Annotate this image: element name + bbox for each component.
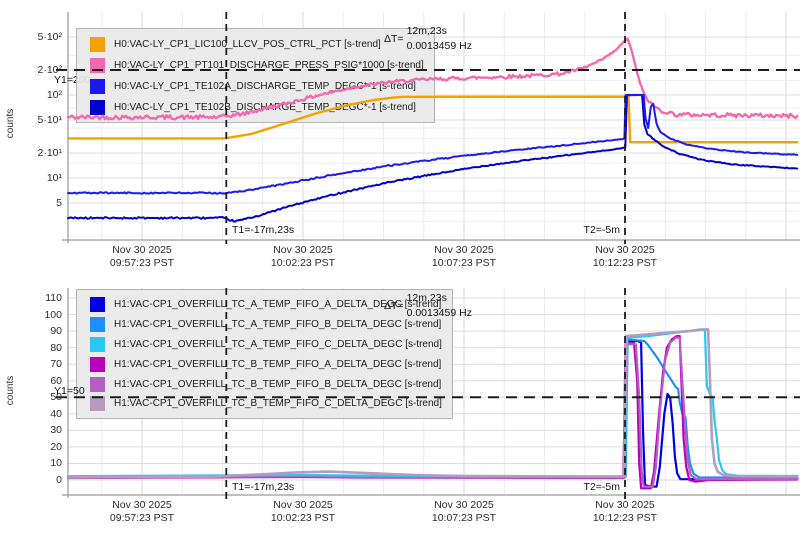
delta-t-frequency: 0.0013459 Hz [407, 39, 472, 54]
t1-cursor-label-bottom[interactable]: T1=-17m,23s [232, 481, 294, 493]
y-tick-chart-1: 60 [8, 375, 62, 387]
legend-item[interactable]: H0:VAC-LY_CP1_TE102A_DISCHARGE_TEMP_DEGC… [90, 76, 424, 97]
legend-swatch-icon [90, 337, 105, 352]
legend-item[interactable]: H1:VAC-CP1_OVERFILL_TC_B_TEMP_FIFO_C_DEL… [90, 394, 442, 414]
y-tick-chart-0: 10² [8, 89, 62, 101]
y-tick-chart-0: 2·10² [8, 64, 62, 76]
y-tick-chart-1: 90 [8, 325, 62, 337]
legend-swatch-icon [90, 100, 105, 115]
y-tick-chart-0: 5·10¹ [8, 114, 62, 126]
legend-swatch-icon [90, 79, 105, 94]
x-tick-chart-1: Nov 30 202510:02:23 PST [248, 499, 358, 524]
legend-swatch-icon [90, 377, 105, 392]
legend-label: H1:VAC-CP1_OVERFILL_TC_B_TEMP_FIFO_C_DEL… [114, 398, 442, 409]
x-tick-chart-0: Nov 30 202510:12:23 PST [570, 244, 680, 269]
legend-swatch-icon [90, 396, 105, 411]
x-tick-chart-1: Nov 30 202510:12:23 PST [570, 499, 680, 524]
y-tick-chart-1: 110 [8, 292, 62, 304]
legend-item[interactable]: H0:VAC-LY_CP1_PT101_DISCHARGE_PRESS_PSIG… [90, 55, 424, 76]
y-tick-chart-1: 100 [8, 309, 62, 321]
y-tick-chart-1: 80 [8, 342, 62, 354]
legend-label: H0:VAC-LY_CP1_PT101_DISCHARGE_PRESS_PSIG… [114, 60, 424, 71]
x-tick-chart-1: Nov 30 202509:57:23 PST [87, 499, 197, 524]
delta-t-annotation-top: ΔT= 12m,23s 0.0013459 Hz [384, 24, 472, 54]
legend-swatch-icon [90, 37, 105, 52]
delta-t-time: 12m,23s [407, 291, 472, 306]
t2-cursor-label-top[interactable]: T2=-5m [556, 224, 620, 236]
x-tick-chart-0: Nov 30 202510:02:23 PST [248, 244, 358, 269]
y-tick-chart-0: 5 [8, 197, 62, 209]
legend-item[interactable]: H1:VAC-CP1_OVERFILL_TC_B_TEMP_FIFO_B_DEL… [90, 374, 442, 394]
delta-t-annotation-bottom: ΔT= 12m,23s 0.0013459 Hz [384, 291, 472, 321]
x-tick-chart-0: Nov 30 202510:07:23 PST [409, 244, 519, 269]
legend-item[interactable]: H0:VAC-LY_CP1_TE102B_DISCHARGE_TEMP_DEGC… [90, 97, 424, 118]
legend-label: H0:VAC-LY_CP1_LIC100_LLCV_POS_CTRL_PCT [… [114, 39, 381, 50]
legend-swatch-icon [90, 58, 105, 73]
legend-item[interactable]: H0:VAC-LY_CP1_LIC100_LLCV_POS_CTRL_PCT [… [90, 34, 424, 55]
y-tick-chart-1: 0 [8, 474, 62, 486]
delta-t-prefix: ΔT= [384, 33, 404, 45]
legend-label: H1:VAC-CP1_OVERFILL_TC_A_TEMP_FIFO_C_DEL… [114, 339, 442, 350]
y-tick-chart-1: 30 [8, 424, 62, 436]
y-tick-chart-1: 50 [8, 391, 62, 403]
x-tick-chart-0: Nov 30 202509:57:23 PST [87, 244, 197, 269]
y-tick-chart-1: 20 [8, 441, 62, 453]
legend-swatch-icon [90, 297, 105, 312]
delta-t-frequency: 0.0013459 Hz [407, 306, 472, 321]
t2-cursor-label-bottom[interactable]: T2=-5m [556, 481, 620, 493]
legend-swatch-icon [90, 357, 105, 372]
legend-label: H1:VAC-CP1_OVERFILL_TC_B_TEMP_FIFO_A_DEL… [114, 359, 441, 370]
delta-t-time: 12m,23s [407, 24, 472, 39]
y-tick-chart-0: 10¹ [8, 172, 62, 184]
legend-label: H0:VAC-LY_CP1_TE102B_DISCHARGE_TEMP_DEGC… [114, 102, 416, 113]
legend-item[interactable]: H1:VAC-CP1_OVERFILL_TC_B_TEMP_FIFO_A_DEL… [90, 354, 442, 374]
legend-swatch-icon [90, 317, 105, 332]
t1-cursor-label-top[interactable]: T1=-17m,23s [232, 224, 294, 236]
y-tick-chart-0: 5·10² [8, 31, 62, 43]
legend-label: H1:VAC-CP1_OVERFILL_TC_B_TEMP_FIFO_B_DEL… [114, 379, 441, 390]
y-tick-chart-0: 2·10¹ [8, 147, 62, 159]
y-tick-chart-1: 10 [8, 457, 62, 469]
trend-viewer-window: Y1=200 Y1=50 H0:VAC-LY_CP1_LIC100_LLCV_P… [0, 0, 804, 551]
delta-t-prefix: ΔT= [384, 300, 404, 312]
legend-item[interactable]: H1:VAC-CP1_OVERFILL_TC_A_TEMP_FIFO_C_DEL… [90, 335, 442, 355]
y-tick-chart-1: 70 [8, 358, 62, 370]
legend-label: H0:VAC-LY_CP1_TE102A_DISCHARGE_TEMP_DEGC… [114, 81, 416, 92]
x-tick-chart-1: Nov 30 202510:07:23 PST [409, 499, 519, 524]
legend-top-chart: H0:VAC-LY_CP1_LIC100_LLCV_POS_CTRL_PCT [… [76, 28, 435, 123]
y-tick-chart-1: 40 [8, 408, 62, 420]
